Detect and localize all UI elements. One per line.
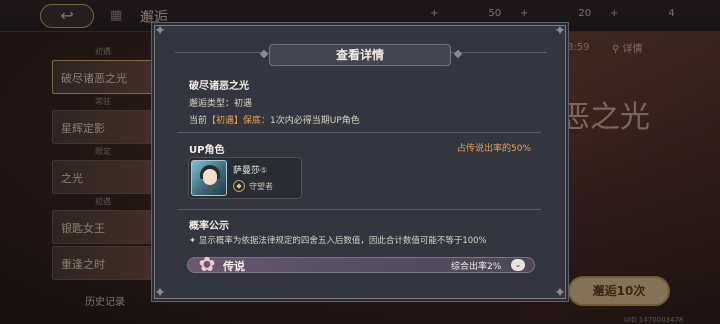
detail-modal: ✦ ✦ ✦ ✦ 查看详情 破尽诸恶之光 邂逅类型：初遇 当前【初遇】保底：1次内…: [154, 23, 566, 301]
legendary-gem-icon: ✿: [198, 252, 216, 276]
character-name: 萨曼莎: [233, 166, 261, 176]
probability-heading: 概率公示: [189, 221, 229, 232]
guarantee-word: 保底：: [243, 116, 271, 126]
guarantee-row: 当前【初遇】保底：1次内必得当期UP角色: [189, 113, 360, 126]
chevron-down-icon[interactable]: ⌄: [511, 259, 525, 271]
section-divider: [177, 209, 541, 210]
modal-title: 查看详情: [269, 44, 451, 66]
character-card[interactable]: 萨曼莎⑤ ◆ 守望者: [188, 157, 302, 199]
up-rate-label: 占传说出率的50%: [456, 144, 531, 154]
corner-ornament-icon: ✦: [154, 23, 166, 39]
corner-ornament-icon: ✦: [554, 23, 566, 39]
rank-badge-icon: ⑤: [260, 166, 268, 175]
up-character-heading: UP角色: [189, 145, 225, 156]
rarity-rate: 综合出率2%: [451, 262, 502, 272]
character-avatar: [191, 160, 227, 196]
pool-type-row: 邂逅类型：初遇: [189, 96, 252, 109]
character-name-row: 萨曼莎⑤: [233, 163, 267, 176]
probability-note: ✦ 显示概率为依据法律规定的四舍五入后数值，因此合计数值可能不等于100%: [189, 236, 487, 246]
rarity-name: 传说: [223, 260, 245, 273]
guarantee-text: 1次内必得当期UP角色: [270, 116, 360, 126]
pool-name: 破尽诸恶之光: [189, 81, 249, 92]
corner-ornament-icon: ✦: [554, 285, 566, 301]
corner-ornament-icon: ✦: [154, 285, 166, 301]
role-watcher-icon: ◆: [233, 180, 245, 192]
pool-type-value: 初遇: [234, 99, 253, 109]
pool-type-label: 邂逅类型：: [189, 99, 235, 109]
character-role: 守望者: [249, 182, 273, 191]
section-divider: [177, 132, 541, 133]
guarantee-prefix: 当前: [189, 116, 208, 126]
guarantee-tag: 【初遇】: [207, 116, 244, 126]
